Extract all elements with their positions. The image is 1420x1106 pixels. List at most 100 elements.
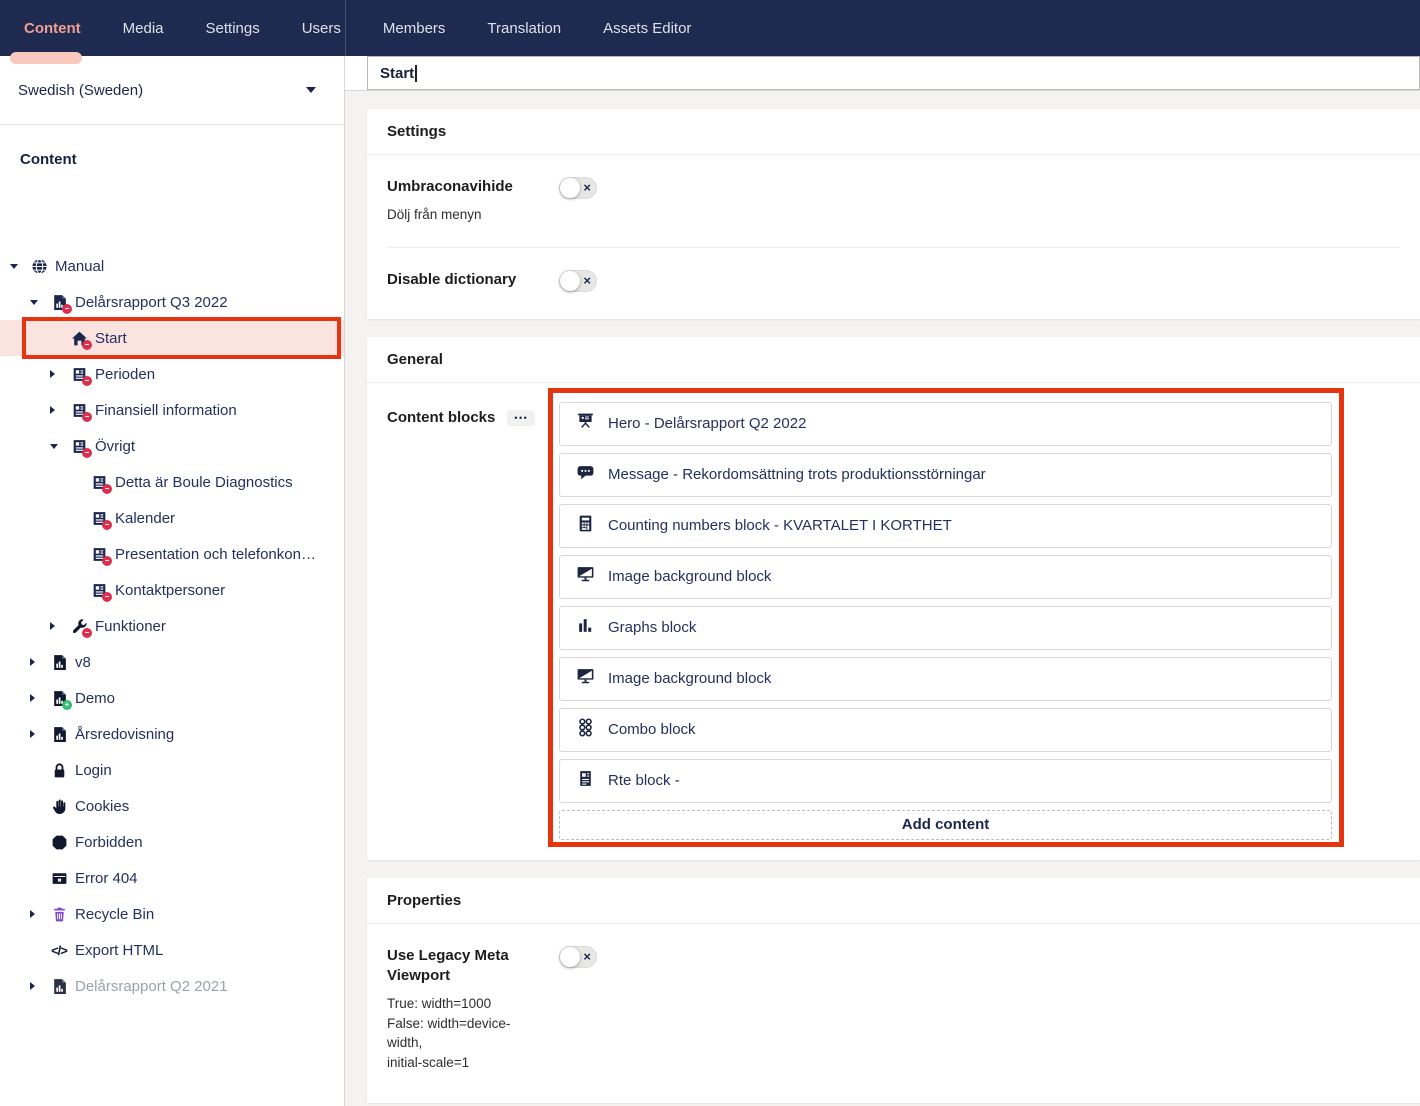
tree-item-ovrigt[interactable]: Övrigt — [0, 428, 344, 464]
caret-right-icon[interactable] — [30, 658, 50, 666]
active-tab-indicator — [10, 52, 82, 64]
toggle-knob — [560, 947, 580, 967]
editor-main: Start Settings Umbraconavihide Dölj från… — [345, 56, 1420, 1106]
block-item-graphs[interactable]: Graphs block — [559, 606, 1332, 650]
octagon-icon — [50, 833, 68, 851]
block-item-combo[interactable]: Combo block — [559, 708, 1332, 752]
settings-card: Settings Umbraconavihide Dölj från menyn… — [367, 109, 1420, 319]
property-label: Disable dictionary — [387, 270, 545, 290]
speech-bubble-icon — [576, 463, 595, 487]
disable-dictionary-toggle[interactable] — [559, 270, 597, 292]
nav-item-settings[interactable]: Settings — [206, 20, 260, 37]
home-icon — [70, 329, 88, 347]
unpublished-badge — [82, 376, 92, 386]
tree-item-finansiell-information[interactable]: Finansiell information — [0, 392, 344, 428]
property-label: Content blocks — [387, 408, 495, 428]
caret-right-icon[interactable] — [30, 982, 50, 990]
tree-item-demo[interactable]: Demo — [0, 680, 344, 716]
article-icon — [90, 473, 108, 491]
unpublished-badge — [102, 592, 112, 602]
unpublished-badge — [82, 448, 92, 458]
tree-item-manual[interactable]: Manual — [0, 248, 344, 284]
doc-chart-icon — [50, 293, 68, 311]
tree-item-recycle-bin[interactable]: Recycle Bin — [0, 896, 344, 932]
tree-item-presentation-och-telefonkon[interactable]: Presentation och telefonkon… — [0, 536, 344, 572]
property-label: Use Legacy Meta Viewport — [387, 946, 545, 987]
tree-item-cookies[interactable]: Cookies — [0, 788, 344, 824]
article-icon — [90, 581, 108, 599]
tree-item-arsredovisning[interactable]: Årsredovisning — [0, 716, 344, 752]
language-label: Swedish (Sweden) — [18, 82, 143, 99]
block-item-message[interactable]: Message - Rekordomsättning trots produkt… — [559, 453, 1332, 497]
property-row-disable-dictionary: Disable dictionary — [387, 247, 1400, 319]
tree-item-forbidden[interactable]: Forbidden — [0, 824, 344, 860]
block-item-image-background-1[interactable]: Image background block — [559, 555, 1332, 599]
property-row-umbraconavihide: Umbraconavihide Dölj från menyn — [387, 155, 1400, 247]
lock-icon — [50, 761, 68, 779]
monitor-icon — [576, 565, 595, 589]
caret-right-icon[interactable] — [50, 622, 70, 630]
unpublished-badge — [82, 412, 92, 422]
properties-card: Properties Use Legacy Meta Viewport True… — [367, 878, 1420, 1103]
nav-item-content[interactable]: Content — [24, 20, 81, 37]
doc-chart-icon — [50, 689, 68, 707]
tree-item-export-html[interactable]: Export HTML — [0, 932, 344, 968]
umbraconavihide-toggle[interactable] — [559, 177, 597, 199]
nav-item-media[interactable]: Media — [123, 20, 164, 37]
tree-item-start[interactable]: Start — [0, 320, 344, 356]
bar-chart-icon — [576, 616, 595, 640]
block-item-counting-numbers[interactable]: Counting numbers block - KVARTALET I KOR… — [559, 504, 1332, 548]
text-cursor — [415, 65, 417, 82]
settings-card-title: Settings — [367, 109, 1420, 155]
tree-item-delarsrapport-q2-2021[interactable]: Delårsrapport Q2 2021 — [0, 968, 344, 1004]
tree-item-delarsrapport-q3-2022[interactable]: Delårsrapport Q3 2022 — [0, 284, 344, 320]
tree-item-v8[interactable]: v8 — [0, 644, 344, 680]
block-item-rte[interactable]: Rte block - — [559, 759, 1332, 803]
tree-item-funktioner[interactable]: Funktioner — [0, 608, 344, 644]
page-title-value: Start — [380, 65, 414, 82]
doc-chart-icon — [50, 977, 68, 995]
page-title-input[interactable]: Start — [367, 56, 1420, 90]
caret-down-icon[interactable] — [10, 264, 30, 269]
language-selector[interactable]: Swedish (Sweden) — [0, 56, 344, 125]
caret-right-icon[interactable] — [50, 370, 70, 378]
article-icon — [70, 437, 88, 455]
block-item-image-background-2[interactable]: Image background block — [559, 657, 1332, 701]
tree-item-perioden[interactable]: Perioden — [0, 356, 344, 392]
caret-right-icon[interactable] — [50, 406, 70, 414]
wrench-icon — [70, 617, 88, 635]
block-item-hero[interactable]: Hero - Delårsrapport Q2 2022 — [559, 402, 1332, 446]
editor-header: Start — [345, 56, 1420, 91]
tree-item-kalender[interactable]: Kalender — [0, 500, 344, 536]
nav-item-users[interactable]: Users — [302, 20, 341, 37]
doc-chart-icon — [50, 653, 68, 671]
property-description: True: width=1000 False: width=device-wid… — [387, 994, 545, 1072]
caret-right-icon[interactable] — [30, 910, 50, 918]
tree-item-detta-ar-boule-diagnostics[interactable]: Detta är Boule Diagnostics — [0, 464, 344, 500]
caret-down-icon[interactable] — [50, 444, 70, 449]
tree-section-title: Content — [20, 151, 344, 168]
use-legacy-meta-viewport-toggle[interactable] — [559, 946, 597, 968]
caret-right-icon[interactable] — [30, 694, 50, 702]
content-blocks-list: Hero - Delårsrapport Q2 2022 Message - R… — [559, 402, 1332, 840]
toggle-knob — [560, 178, 580, 198]
add-content-button[interactable]: Add content — [559, 810, 1332, 840]
nav-item-assets-editor[interactable]: Assets Editor — [603, 20, 691, 37]
property-label: Umbraconavihide — [387, 177, 545, 197]
unpublished-badge — [102, 484, 112, 494]
nav-item-translation[interactable]: Translation — [487, 20, 561, 37]
tree-item-error-404[interactable]: Error 404 — [0, 860, 344, 896]
caret-down-icon[interactable] — [30, 300, 50, 305]
nav-item-members[interactable]: Members — [383, 20, 446, 37]
rings-icon — [576, 718, 595, 742]
trash-icon — [50, 905, 68, 923]
calculator-icon — [576, 514, 595, 538]
property-description: Dölj från menyn — [387, 205, 545, 225]
article-icon — [90, 509, 108, 527]
tree-item-kontaktpersoner[interactable]: Kontaktpersoner — [0, 572, 344, 608]
caret-right-icon[interactable] — [30, 730, 50, 738]
unpublished-badge — [102, 520, 112, 530]
more-options-button[interactable]: ••• — [507, 410, 535, 426]
tree-item-login[interactable]: Login — [0, 752, 344, 788]
doc-chart-icon — [50, 725, 68, 743]
